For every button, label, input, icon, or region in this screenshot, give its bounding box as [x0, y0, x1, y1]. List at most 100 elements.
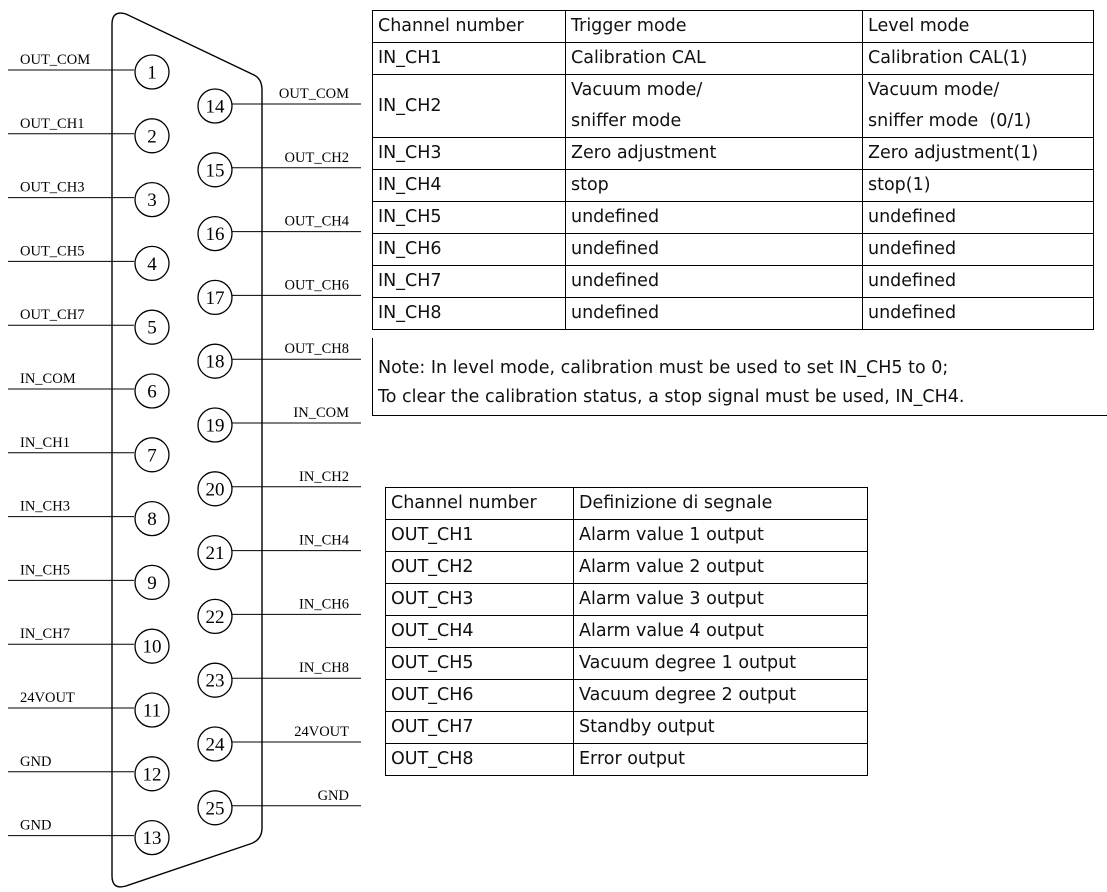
pin-24: 24 24VOUT: [197, 724, 361, 762]
signal-definition-cell: Vacuum degree 2 output: [573, 679, 868, 712]
pin-label: GND: [318, 788, 349, 804]
channel-cell-text: OUT_CH2: [391, 557, 474, 577]
trigger-mode-cell: stop: [565, 169, 863, 202]
signal-definition-cell: Alarm value 4 output: [573, 615, 868, 648]
table-row: IN_CH4 stop stop(1): [372, 169, 1094, 202]
channel-cell: IN_CH8: [372, 297, 566, 330]
signal-definition-cell: Vacuum degree 1 output: [573, 647, 868, 680]
pin-label: OUT_COM: [279, 86, 349, 102]
level-mode-cell: undefined: [862, 233, 1094, 266]
header-cell-text: Channel number: [378, 16, 524, 36]
pin-label: IN_COM: [20, 371, 76, 387]
signal-definition-cell-text: Alarm value 4 output: [579, 621, 764, 641]
trigger-mode-cell-text: undefined: [571, 271, 660, 291]
pin-label: OUT_CH5: [20, 243, 84, 259]
channel-cell-text: OUT_CH8: [391, 749, 474, 769]
trigger-mode-cell: undefined: [565, 265, 863, 298]
pin-1: 1 OUT_COM: [8, 52, 170, 90]
pin-number: 8: [147, 509, 157, 530]
trigger-mode-cell: Zero adjustment: [565, 137, 863, 170]
signal-definition-cell-text: Alarm value 1 output: [579, 525, 764, 545]
table-row: OUT_CH5 Vacuum degree 1 output: [385, 647, 868, 680]
level-mode-cell-text: sniffer mode (0/1): [868, 111, 1032, 131]
trigger-mode-cell: undefined: [565, 201, 863, 234]
pin-16: 16 OUT_CH4: [197, 214, 361, 252]
pin-3: 3 OUT_CH3: [8, 180, 170, 218]
pin-label: OUT_COM: [20, 52, 90, 68]
pin-label: IN_CH3: [20, 499, 70, 515]
pin-13: 13 GND: [8, 818, 170, 856]
pin-2: 2 OUT_CH1: [8, 116, 170, 154]
channel-cell-text: OUT_CH1: [391, 525, 474, 545]
pin-number: 2: [147, 126, 157, 147]
trigger-mode-cell-text: Zero adjustment: [571, 143, 717, 163]
table-row: IN_CH8 undefined undefined: [372, 297, 1094, 330]
table-header-row: Channel number Definizione di segnale: [385, 487, 868, 520]
channel-cell-text: IN_CH7: [378, 271, 442, 291]
channel-cell: IN_CH6: [372, 233, 566, 266]
pin-label: IN_COM: [293, 405, 349, 421]
signal-definition-cell-text: Alarm value 2 output: [579, 557, 764, 577]
pin-label: 24VOUT: [294, 724, 349, 740]
level-mode-cell-text: Calibration CAL(1): [868, 48, 1028, 68]
signal-definition-cell-text: Vacuum degree 2 output: [579, 685, 797, 705]
trigger-mode-cell-text: undefined: [571, 239, 660, 259]
pin-number: 24: [206, 735, 226, 756]
header-cell-text: Channel number: [391, 493, 537, 513]
channel-cell-text: OUT_CH3: [391, 589, 474, 609]
trigger-mode-cell-text: undefined: [571, 303, 660, 323]
table-row: OUT_CH3 Alarm value 3 output: [385, 583, 868, 616]
level-mode-cell: Vacuum mode/sniffer mode (0/1): [862, 74, 1094, 138]
pin-number: 23: [206, 671, 225, 692]
level-mode-cell: Calibration CAL(1): [862, 42, 1094, 75]
pin-19: 19 IN_COM: [197, 405, 361, 443]
channel-cell: OUT_CH1: [385, 519, 574, 552]
pin-label: GND: [20, 754, 51, 770]
trigger-mode-cell-text: stop: [571, 175, 609, 195]
channel-cell-text: IN_CH8: [378, 303, 442, 323]
table-row: IN_CH6 undefined undefined: [372, 233, 1094, 266]
pin-number: 1: [147, 63, 157, 84]
level-mode-cell-text: Vacuum mode/: [868, 80, 1000, 100]
trigger-mode-cell: undefined: [565, 297, 863, 330]
table-row: IN_CH7 undefined undefined: [372, 265, 1094, 298]
pin-number: 19: [206, 416, 225, 437]
pin-number: 21: [206, 543, 225, 564]
pin-22: 22 IN_CH6: [197, 596, 361, 635]
signal-definition-cell-text: Standby output: [579, 717, 715, 737]
table-row: OUT_CH4 Alarm value 4 output: [385, 615, 868, 648]
trigger-mode-cell-text: Calibration CAL: [571, 48, 706, 68]
signal-definition-cell: Alarm value 3 output: [573, 583, 868, 616]
pin-14: 14 OUT_COM: [197, 86, 361, 124]
channel-cell-text: IN_CH6: [378, 239, 442, 259]
level-mode-cell: undefined: [862, 265, 1094, 298]
level-mode-cell-text: undefined: [868, 271, 957, 291]
pin-4: 4 OUT_CH5: [8, 243, 170, 282]
channel-cell-text: OUT_CH7: [391, 717, 474, 737]
trigger-mode-cell-text: Vacuum mode/: [571, 80, 703, 100]
left-pin-row: 1 OUT_COM 2 OUT_CH1 3 OUT_CH3 4 OUT_CH5 5 OUT_CH7…: [8, 52, 170, 856]
signal-definition-cell: Standby output: [573, 711, 868, 744]
pin-number: 6: [147, 382, 157, 403]
channel-cell: OUT_CH7: [385, 711, 574, 744]
connector-shell-outline: [111, 12, 263, 888]
pin-number: 13: [143, 828, 162, 849]
level-mode-cell: stop(1): [862, 169, 1094, 202]
channel-cell-text: IN_CH4: [378, 175, 442, 195]
pin-label: IN_CH2: [299, 469, 349, 485]
level-mode-cell: Zero adjustment(1): [862, 137, 1094, 170]
table-row: OUT_CH2 Alarm value 2 output: [385, 551, 868, 584]
pin-label: IN_CH7: [20, 626, 70, 642]
level-mode-cell-text: undefined: [868, 207, 957, 227]
pin-number: 25: [206, 798, 225, 819]
pin-label: OUT_CH4: [285, 214, 350, 230]
table-row: IN_CH2 Vacuum mode/sniffer mode Vacuum mod…: [372, 74, 1094, 138]
pin-9: 9 IN_CH5: [8, 562, 170, 601]
channel-cell-text: IN_CH3: [378, 143, 442, 163]
level-mode-cell-text: stop(1): [868, 175, 931, 195]
pin-number: 3: [147, 190, 157, 211]
channel-cell: IN_CH7: [372, 265, 566, 298]
pin-label: GND: [20, 818, 51, 834]
pin-number: 16: [206, 224, 225, 245]
channel-cell-text: IN_CH2: [378, 95, 442, 116]
